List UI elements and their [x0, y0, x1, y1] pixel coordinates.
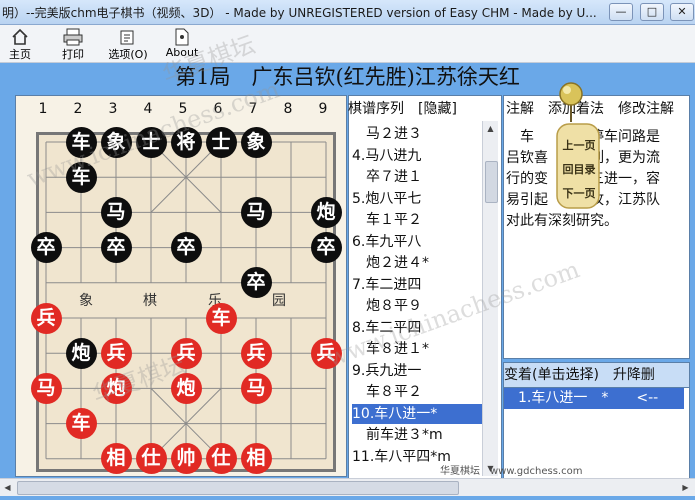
- footer-site: 华夏棋坛 www.gdchess.com: [440, 466, 583, 477]
- move-item[interactable]: 车８进１*: [352, 339, 482, 359]
- red-piece[interactable]: 仕: [135, 443, 167, 475]
- move-item[interactable]: 马２进３: [352, 124, 482, 144]
- red-piece[interactable]: 炮: [100, 372, 132, 404]
- move-item[interactable]: 6.车九平八: [352, 232, 482, 252]
- move-list-header[interactable]: 棋谱序列 [隐藏]: [348, 98, 498, 120]
- options-label: 选项(O): [108, 48, 148, 61]
- red-piece[interactable]: 车: [205, 302, 237, 334]
- column-number: 8: [283, 101, 293, 117]
- prev-page-button[interactable]: 上一页: [561, 134, 597, 158]
- move-item[interactable]: 9.兵九进一: [352, 361, 482, 381]
- move-item[interactable]: 4.马八进九: [352, 146, 482, 166]
- variations-header[interactable]: 变着(单击选择) 升降删: [503, 362, 690, 388]
- move-item[interactable]: 车８平２: [352, 382, 482, 402]
- column-number: 1: [38, 101, 48, 117]
- options-button[interactable]: 选项(O): [104, 27, 152, 61]
- home-label: 主页: [9, 48, 31, 61]
- horizontal-scroll-thumb[interactable]: [17, 481, 459, 495]
- options-icon: [104, 28, 152, 46]
- black-piece[interactable]: 车: [65, 161, 97, 193]
- scroll-right-icon[interactable]: ▶: [678, 480, 693, 495]
- black-piece[interactable]: 马: [240, 196, 272, 228]
- red-piece[interactable]: 兵: [240, 337, 272, 369]
- next-page-button[interactable]: 下一页: [561, 182, 597, 206]
- black-piece[interactable]: 将: [170, 126, 202, 158]
- move-item[interactable]: 10.车八进一*: [352, 403, 482, 424]
- river-text-1: 象: [79, 293, 93, 309]
- black-piece[interactable]: 象: [100, 126, 132, 158]
- page-navigator[interactable]: 上一页 回目录 下一页: [553, 80, 603, 212]
- black-piece[interactable]: 车: [65, 126, 97, 158]
- red-piece[interactable]: 车: [65, 408, 97, 440]
- printer-icon: [53, 28, 93, 46]
- black-piece[interactable]: 卒: [30, 232, 62, 264]
- red-piece[interactable]: 炮: [170, 372, 202, 404]
- black-piece[interactable]: 马: [100, 196, 132, 228]
- toc-button[interactable]: 回目录: [561, 158, 597, 182]
- print-button[interactable]: 打印: [53, 27, 93, 61]
- title-bar: 明）--完美版chm电子棋书（视频、3D） - Made by UNREGIST…: [0, 0, 695, 25]
- black-piece[interactable]: 卒: [100, 232, 132, 264]
- scroll-thumb[interactable]: [485, 161, 498, 203]
- red-piece[interactable]: 帅: [170, 443, 202, 475]
- black-piece[interactable]: 卒: [240, 267, 272, 299]
- black-piece[interactable]: 士: [205, 126, 237, 158]
- black-piece[interactable]: 象: [240, 126, 272, 158]
- minimize-button[interactable]: —: [609, 3, 633, 21]
- about-label: About: [165, 46, 199, 59]
- black-piece[interactable]: 炮: [310, 196, 342, 228]
- comment-line: 对此有深刻研究。: [506, 213, 618, 229]
- move-item[interactable]: 卒７进１: [352, 167, 482, 187]
- move-item[interactable]: 8.车二平四: [352, 318, 482, 338]
- red-piece[interactable]: 兵: [310, 337, 342, 369]
- move-item[interactable]: 5.炮八平七: [352, 189, 482, 209]
- about-icon: [162, 28, 202, 46]
- river-text-2: 棋: [143, 293, 157, 309]
- red-piece[interactable]: 兵: [30, 302, 62, 334]
- move-item[interactable]: 炮２进４*: [352, 253, 482, 273]
- about-button[interactable]: About: [162, 27, 202, 61]
- column-number: 7: [248, 101, 258, 117]
- river-text-4: 园: [272, 293, 286, 309]
- horizontal-scrollbar[interactable]: ◀ ▶: [0, 478, 695, 496]
- red-piece[interactable]: 相: [240, 443, 272, 475]
- move-list-scrollbar[interactable]: ▲ ▼: [482, 121, 498, 476]
- move-item[interactable]: 车１平２: [352, 210, 482, 230]
- column-number: 3: [108, 101, 118, 117]
- black-piece[interactable]: 士: [135, 126, 167, 158]
- black-piece[interactable]: 炮: [65, 337, 97, 369]
- move-item[interactable]: 7.车二进四: [352, 275, 482, 295]
- black-piece[interactable]: 卒: [170, 232, 202, 264]
- column-number: 2: [73, 101, 83, 117]
- red-piece[interactable]: 兵: [100, 337, 132, 369]
- window-title: 明）--完美版chm电子棋书（视频、3D） - Made by UNREGIST…: [2, 6, 597, 20]
- red-piece[interactable]: 马: [240, 372, 272, 404]
- scroll-up-icon[interactable]: ▲: [483, 121, 498, 136]
- variation-item[interactable]: 1.车八进一 * <--: [504, 388, 684, 409]
- move-item[interactable]: 炮８平９: [352, 296, 482, 316]
- column-number: 4: [143, 101, 153, 117]
- close-button[interactable]: ✕: [670, 3, 694, 21]
- red-piece[interactable]: 兵: [170, 337, 202, 369]
- black-piece[interactable]: 卒: [310, 232, 342, 264]
- print-label: 打印: [62, 48, 84, 61]
- column-number: 9: [318, 101, 328, 117]
- maximize-button[interactable]: □: [640, 3, 664, 21]
- scroll-left-icon[interactable]: ◀: [0, 480, 15, 495]
- column-number: 6: [213, 101, 223, 117]
- move-item[interactable]: 前车进３*m: [352, 425, 482, 445]
- red-piece[interactable]: 马: [30, 372, 62, 404]
- red-piece[interactable]: 仕: [205, 443, 237, 475]
- home-icon: [0, 28, 40, 46]
- home-button[interactable]: 主页: [0, 27, 40, 61]
- red-piece[interactable]: 相: [100, 443, 132, 475]
- column-number: 5: [178, 101, 188, 117]
- toolbar: 主页 打印 选项(O) About: [0, 25, 695, 63]
